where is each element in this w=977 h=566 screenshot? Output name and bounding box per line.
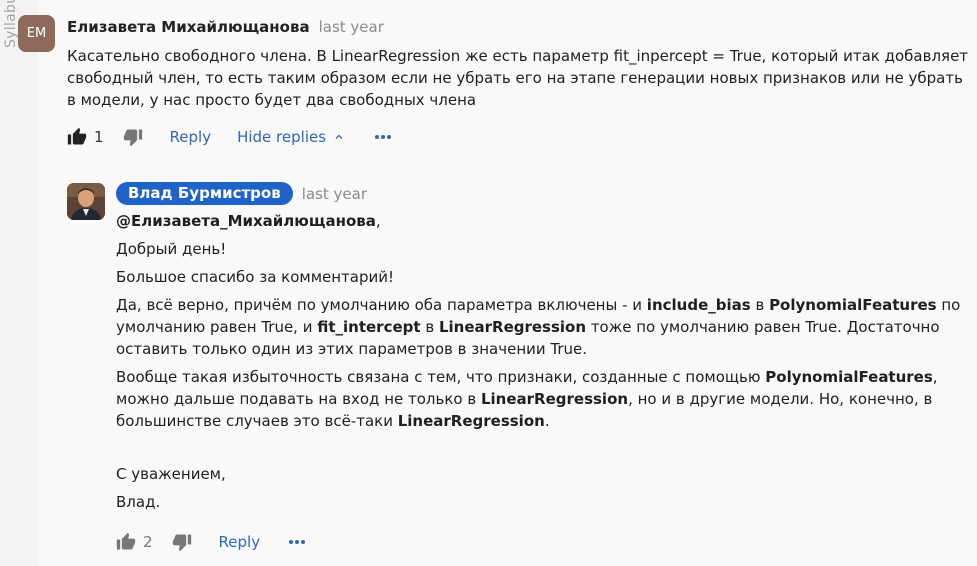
- comment-text: Касательно свободного члена. В LinearReg…: [67, 47, 969, 109]
- avatar[interactable]: ЕМ: [18, 15, 55, 52]
- avatar-photo-icon: [67, 183, 105, 220]
- thumbs-up-icon: [67, 127, 87, 145]
- dislike-button[interactable]: [122, 126, 144, 148]
- more-icon: [289, 540, 306, 544]
- more-options-button[interactable]: [288, 539, 306, 545]
- reply-avatar[interactable]: [67, 183, 105, 220]
- reply-link[interactable]: Reply: [170, 128, 212, 146]
- more-icon: [375, 135, 392, 139]
- reply-mention-line: @Елизавета_Михайлющанова,: [116, 212, 381, 230]
- reply-body: @Елизавета_Михайлющанова, Добрый день! Б…: [116, 210, 977, 519]
- reply-signature: Влад.: [116, 493, 161, 511]
- reply-author-badge[interactable]: Влад Бурмистров: [116, 182, 293, 205]
- reply-signoff: С уважением,: [116, 465, 226, 483]
- dislike-button[interactable]: [171, 531, 193, 553]
- reply-paragraph-1: Да, всё верно, причём по умолчанию оба п…: [116, 296, 961, 358]
- like-button[interactable]: [66, 126, 88, 148]
- comment-body: Касательно свободного члена. В LinearReg…: [67, 45, 972, 111]
- comment-actions: 1 Reply Hide replies: [66, 126, 392, 148]
- reply-greeting: Добрый день!: [116, 240, 227, 258]
- reply-time: last year: [301, 184, 368, 203]
- mention-link[interactable]: @Елизавета_Михайлющанова: [116, 212, 376, 230]
- hide-replies-label: Hide replies: [237, 128, 327, 146]
- like-count: 1: [94, 128, 104, 146]
- reply-actions: 2 Reply: [115, 531, 306, 553]
- thumbs-down-icon: [172, 534, 191, 552]
- more-options-button[interactable]: [374, 134, 392, 140]
- like-button[interactable]: [115, 531, 137, 553]
- reply-thanks: Большое спасибо за комментарий!: [116, 268, 395, 286]
- comment-time: last year: [318, 18, 384, 36]
- like-count: 2: [143, 533, 153, 551]
- comment-header: Елизавета Михайлющанова last year: [67, 18, 384, 36]
- thumbs-down-icon: [123, 129, 142, 147]
- reply-header: Влад Бурмистров last year: [116, 182, 367, 205]
- hide-replies-link[interactable]: Hide replies: [237, 128, 346, 146]
- reply-link[interactable]: Reply: [219, 533, 261, 551]
- thumbs-up-icon: [116, 532, 136, 550]
- sidebar-strip: Syllabus: [0, 0, 38, 566]
- chevron-up-icon: [335, 134, 343, 139]
- comment-author[interactable]: Елизавета Михайлющанова: [67, 18, 310, 36]
- reply-paragraph-2: Вообще такая избыточность связана с тем,…: [116, 368, 938, 430]
